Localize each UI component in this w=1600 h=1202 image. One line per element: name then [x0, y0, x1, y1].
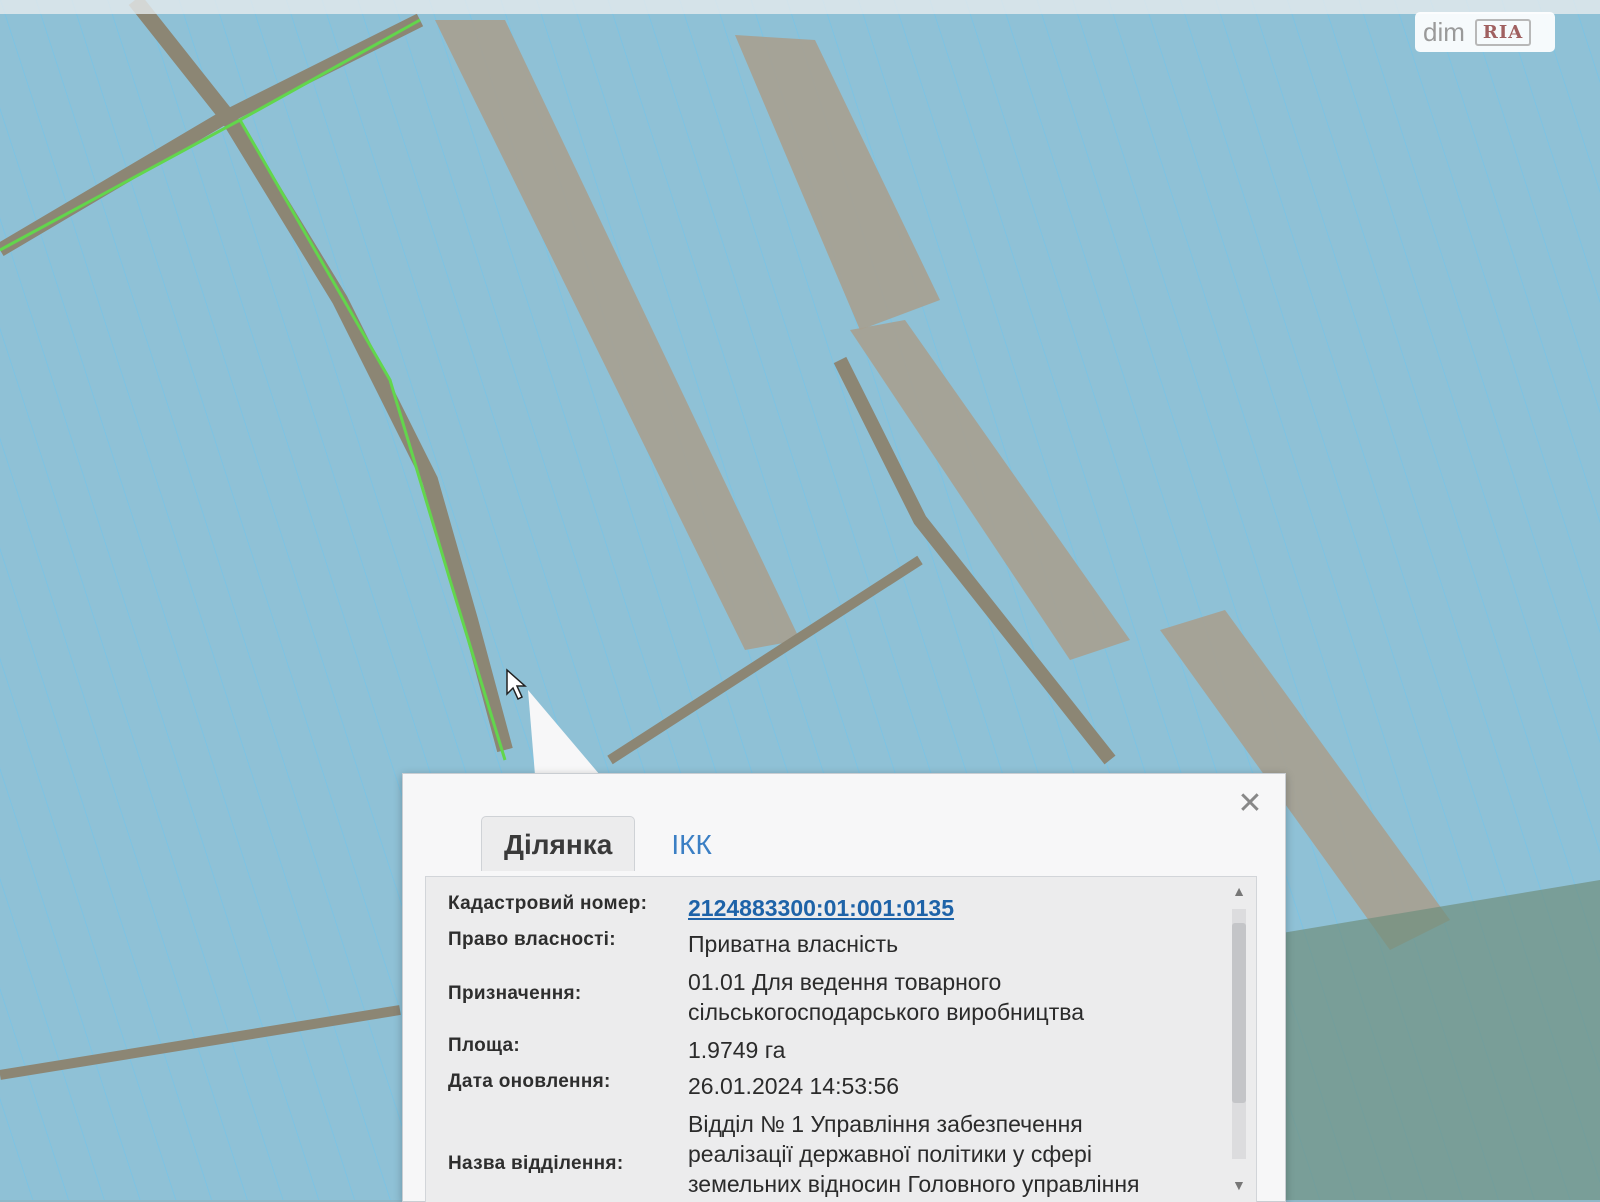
field-value: Відділ № 1 Управління забезпечення реалі…: [688, 1111, 1140, 1197]
popup-tabs: Ділянка ІКК: [481, 816, 734, 871]
field-value: 1.9749 га: [688, 1037, 786, 1063]
field-value: Приватна власність: [688, 931, 899, 957]
field-value: 01.01 Для ведення товарного сільськогосп…: [688, 969, 1085, 1025]
field-value: 26.01.2024 14:53:56: [688, 1073, 900, 1099]
watermark-text: dim: [1423, 16, 1465, 47]
field-label: Площа:: [448, 1035, 521, 1056]
close-icon[interactable]: ✕: [1237, 789, 1263, 819]
field-purpose: Призначення: 01.01 Для ведення товарного…: [448, 967, 1216, 1027]
dimria-watermark: dim RIA: [1415, 12, 1555, 52]
field-label: Кадастровий номер:: [448, 893, 648, 914]
tab-ikk[interactable]: ІКК: [635, 817, 733, 871]
field-update-date: Дата оновлення: 26.01.2024 14:53:56: [448, 1071, 1216, 1101]
tab-parcel[interactable]: Ділянка: [481, 816, 636, 871]
field-cadastral-number: Кадастровий номер: 2124883300:01:001:013…: [448, 893, 1216, 923]
field-label: Призначення:: [448, 983, 582, 1004]
parcel-details-panel: Кадастровий номер: 2124883300:01:001:013…: [425, 876, 1257, 1202]
field-label: Назва відділення:: [448, 1153, 624, 1174]
scrollbar[interactable]: ▲ ▼: [1228, 883, 1250, 1193]
ria-logo: RIA: [1474, 18, 1532, 46]
scroll-thumb[interactable]: [1232, 923, 1246, 1103]
parcel-info-popup: ✕ Ділянка ІКК Кадастровий номер: 2124883…: [402, 773, 1286, 1202]
field-department: Назва відділення: Відділ № 1 Управління …: [448, 1109, 1216, 1199]
field-label: Право власності:: [448, 929, 616, 950]
field-area: Площа: 1.9749 га: [448, 1035, 1216, 1065]
cursor-arrow-icon: [506, 668, 527, 701]
cadastral-number-link[interactable]: 2124883300:01:001:0135: [688, 893, 954, 923]
field-label: Дата оновлення:: [448, 1071, 611, 1092]
scroll-up-icon[interactable]: ▲: [1228, 883, 1250, 899]
scroll-down-icon[interactable]: ▼: [1232, 1177, 1246, 1193]
field-ownership: Право власності: Приватна власність: [448, 929, 1216, 959]
